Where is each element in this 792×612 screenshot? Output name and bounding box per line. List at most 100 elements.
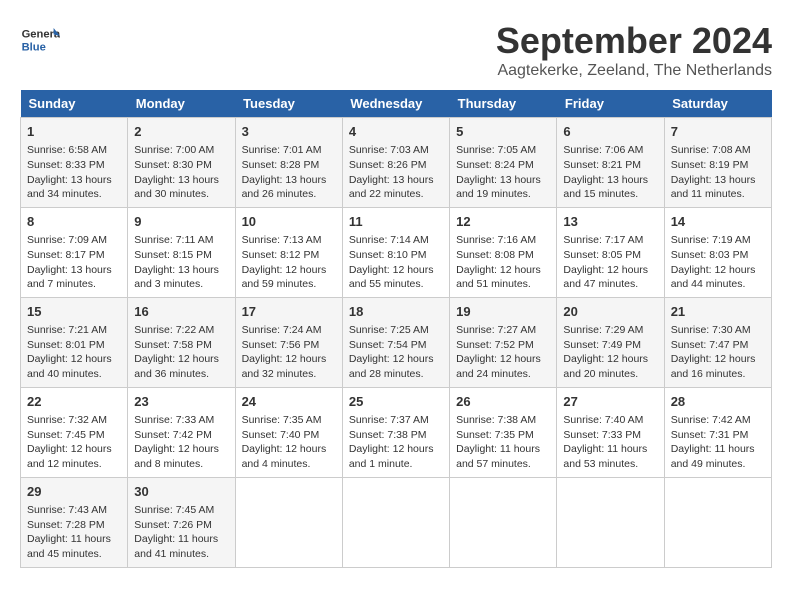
day-info: Sunrise: 7:25 AM Sunset: 7:54 PM Dayligh… — [349, 323, 443, 382]
day-info: Sunrise: 7:40 AM Sunset: 7:33 PM Dayligh… — [563, 413, 657, 472]
table-row: 5 Sunrise: 7:05 AM Sunset: 8:24 PM Daylig… — [450, 118, 557, 208]
day-info: Sunrise: 7:37 AM Sunset: 7:38 PM Dayligh… — [349, 413, 443, 472]
day-number: 14 — [671, 213, 765, 231]
day-number: 1 — [27, 123, 121, 141]
day-info: Sunrise: 7:38 AM Sunset: 7:35 PM Dayligh… — [456, 413, 550, 472]
table-row: 21Sunrise: 7:30 AM Sunset: 7:47 PM Dayli… — [664, 297, 771, 387]
day-info: Sunrise: 7:22 AM Sunset: 7:58 PM Dayligh… — [134, 323, 228, 382]
day-number: 8 — [27, 213, 121, 231]
day-number: 5 — [456, 123, 550, 141]
day-info: Sunrise: 7:09 AM Sunset: 8:17 PM Dayligh… — [27, 233, 121, 292]
day-info: Sunrise: 7:29 AM Sunset: 7:49 PM Dayligh… — [563, 323, 657, 382]
day-info: Sunrise: 7:06 AM Sunset: 8:21 PM Dayligh… — [563, 143, 657, 202]
table-row: 28 Sunrise: 7:42 AM Sunset: 7:31 PM Dayli… — [664, 387, 771, 477]
day-number: 3 — [242, 123, 336, 141]
table-row — [664, 477, 771, 567]
header-thursday: Thursday — [450, 90, 557, 118]
day-number: 9 — [134, 213, 228, 231]
day-info: Sunrise: 7:33 AM Sunset: 7:42 PM Dayligh… — [134, 413, 228, 472]
header-tuesday: Tuesday — [235, 90, 342, 118]
table-row: 18 Sunrise: 7:25 AM Sunset: 7:54 PM Dayli… — [342, 297, 449, 387]
day-number: 27 — [563, 393, 657, 411]
day-number: 15 — [27, 303, 121, 321]
day-info: Sunrise: 7:05 AM Sunset: 8:24 PM Dayligh… — [456, 143, 550, 202]
calendar-week-row: 29 Sunrise: 7:43 AM Sunset: 7:28 PM Dayli… — [21, 477, 772, 567]
table-row: 20 Sunrise: 7:29 AM Sunset: 7:49 PM Dayli… — [557, 297, 664, 387]
table-row: 4 Sunrise: 7:03 AM Sunset: 8:26 PM Daylig… — [342, 118, 449, 208]
table-row: 25 Sunrise: 7:37 AM Sunset: 7:38 PM Dayli… — [342, 387, 449, 477]
day-info: Sunrise: 7:32 AM Sunset: 7:45 PM Dayligh… — [27, 413, 121, 472]
day-number: 23 — [134, 393, 228, 411]
calendar-header-row: Sunday Monday Tuesday Wednesday Thursday… — [21, 90, 772, 118]
table-row: 16 Sunrise: 7:22 AM Sunset: 7:58 PM Dayli… — [128, 297, 235, 387]
day-number: 20 — [563, 303, 657, 321]
day-number: 17 — [242, 303, 336, 321]
day-number: 10 — [242, 213, 336, 231]
table-row: 2 Sunrise: 7:00 AM Sunset: 8:30 PM Daylig… — [128, 118, 235, 208]
table-row — [235, 477, 342, 567]
day-number: 4 — [349, 123, 443, 141]
table-row: 1 Sunrise: 6:58 AM Sunset: 8:33 PM Daylig… — [21, 118, 128, 208]
table-row: 15Sunrise: 7:21 AM Sunset: 8:01 PM Dayli… — [21, 297, 128, 387]
day-info: Sunrise: 7:03 AM Sunset: 8:26 PM Dayligh… — [349, 143, 443, 202]
table-row: 17Sunrise: 7:24 AM Sunset: 7:56 PM Dayli… — [235, 297, 342, 387]
svg-text:Blue: Blue — [22, 41, 46, 53]
day-number: 28 — [671, 393, 765, 411]
day-info: Sunrise: 7:43 AM Sunset: 7:28 PM Dayligh… — [27, 503, 121, 562]
page-subtitle: Aagtekerke, Zeeland, The Netherlands — [496, 62, 772, 80]
calendar-week-row: 15Sunrise: 7:21 AM Sunset: 8:01 PM Dayli… — [21, 297, 772, 387]
day-number: 22 — [27, 393, 121, 411]
day-info: Sunrise: 7:00 AM Sunset: 8:30 PM Dayligh… — [134, 143, 228, 202]
header-friday: Friday — [557, 90, 664, 118]
day-number: 16 — [134, 303, 228, 321]
table-row — [450, 477, 557, 567]
day-info: Sunrise: 7:35 AM Sunset: 7:40 PM Dayligh… — [242, 413, 336, 472]
calendar-week-row: 22 Sunrise: 7:32 AM Sunset: 7:45 PM Dayli… — [21, 387, 772, 477]
day-number: 19 — [456, 303, 550, 321]
day-number: 30 — [134, 483, 228, 501]
day-number: 11 — [349, 213, 443, 231]
table-row: 22 Sunrise: 7:32 AM Sunset: 7:45 PM Dayli… — [21, 387, 128, 477]
table-row: 12Sunrise: 7:16 AM Sunset: 8:08 PM Dayli… — [450, 207, 557, 297]
table-row: 7 Sunrise: 7:08 AM Sunset: 8:19 PM Daylig… — [664, 118, 771, 208]
table-row: 24 Sunrise: 7:35 AM Sunset: 7:40 PM Dayli… — [235, 387, 342, 477]
day-info: Sunrise: 7:17 AM Sunset: 8:05 PM Dayligh… — [563, 233, 657, 292]
day-number: 25 — [349, 393, 443, 411]
day-info: Sunrise: 7:14 AM Sunset: 8:10 PM Dayligh… — [349, 233, 443, 292]
day-info: Sunrise: 6:58 AM Sunset: 8:33 PM Dayligh… — [27, 143, 121, 202]
header-saturday: Saturday — [664, 90, 771, 118]
table-row: 23 Sunrise: 7:33 AM Sunset: 7:42 PM Dayli… — [128, 387, 235, 477]
calendar-table: Sunday Monday Tuesday Wednesday Thursday… — [20, 90, 772, 568]
table-row: 14 Sunrise: 7:19 AM Sunset: 8:03 PM Dayli… — [664, 207, 771, 297]
day-info: Sunrise: 7:27 AM Sunset: 7:52 PM Dayligh… — [456, 323, 550, 382]
day-info: Sunrise: 7:11 AM Sunset: 8:15 PM Dayligh… — [134, 233, 228, 292]
table-row: 11 Sunrise: 7:14 AM Sunset: 8:10 PM Dayli… — [342, 207, 449, 297]
header-monday: Monday — [128, 90, 235, 118]
day-number: 2 — [134, 123, 228, 141]
day-number: 29 — [27, 483, 121, 501]
logo-icon: General Blue — [20, 20, 60, 60]
table-row: 9 Sunrise: 7:11 AM Sunset: 8:15 PM Daylig… — [128, 207, 235, 297]
day-number: 6 — [563, 123, 657, 141]
page-title: September 2024 — [496, 20, 772, 62]
table-row: 29 Sunrise: 7:43 AM Sunset: 7:28 PM Dayli… — [21, 477, 128, 567]
calendar-week-row: 1 Sunrise: 6:58 AM Sunset: 8:33 PM Daylig… — [21, 118, 772, 208]
day-number: 24 — [242, 393, 336, 411]
day-info: Sunrise: 7:13 AM Sunset: 8:12 PM Dayligh… — [242, 233, 336, 292]
table-row — [342, 477, 449, 567]
table-row: 27 Sunrise: 7:40 AM Sunset: 7:33 PM Dayli… — [557, 387, 664, 477]
day-number: 7 — [671, 123, 765, 141]
table-row: 19 Sunrise: 7:27 AM Sunset: 7:52 PM Dayli… — [450, 297, 557, 387]
table-row: 13Sunrise: 7:17 AM Sunset: 8:05 PM Dayli… — [557, 207, 664, 297]
day-info: Sunrise: 7:08 AM Sunset: 8:19 PM Dayligh… — [671, 143, 765, 202]
day-number: 18 — [349, 303, 443, 321]
table-row: 8 Sunrise: 7:09 AM Sunset: 8:17 PM Daylig… — [21, 207, 128, 297]
day-info: Sunrise: 7:01 AM Sunset: 8:28 PM Dayligh… — [242, 143, 336, 202]
table-row: 6 Sunrise: 7:06 AM Sunset: 8:21 PM Daylig… — [557, 118, 664, 208]
day-info: Sunrise: 7:19 AM Sunset: 8:03 PM Dayligh… — [671, 233, 765, 292]
day-info: Sunrise: 7:45 AM Sunset: 7:26 PM Dayligh… — [134, 503, 228, 562]
day-info: Sunrise: 7:42 AM Sunset: 7:31 PM Dayligh… — [671, 413, 765, 472]
day-number: 21 — [671, 303, 765, 321]
header-sunday: Sunday — [21, 90, 128, 118]
table-row: 30 Sunrise: 7:45 AM Sunset: 7:26 PM Dayli… — [128, 477, 235, 567]
